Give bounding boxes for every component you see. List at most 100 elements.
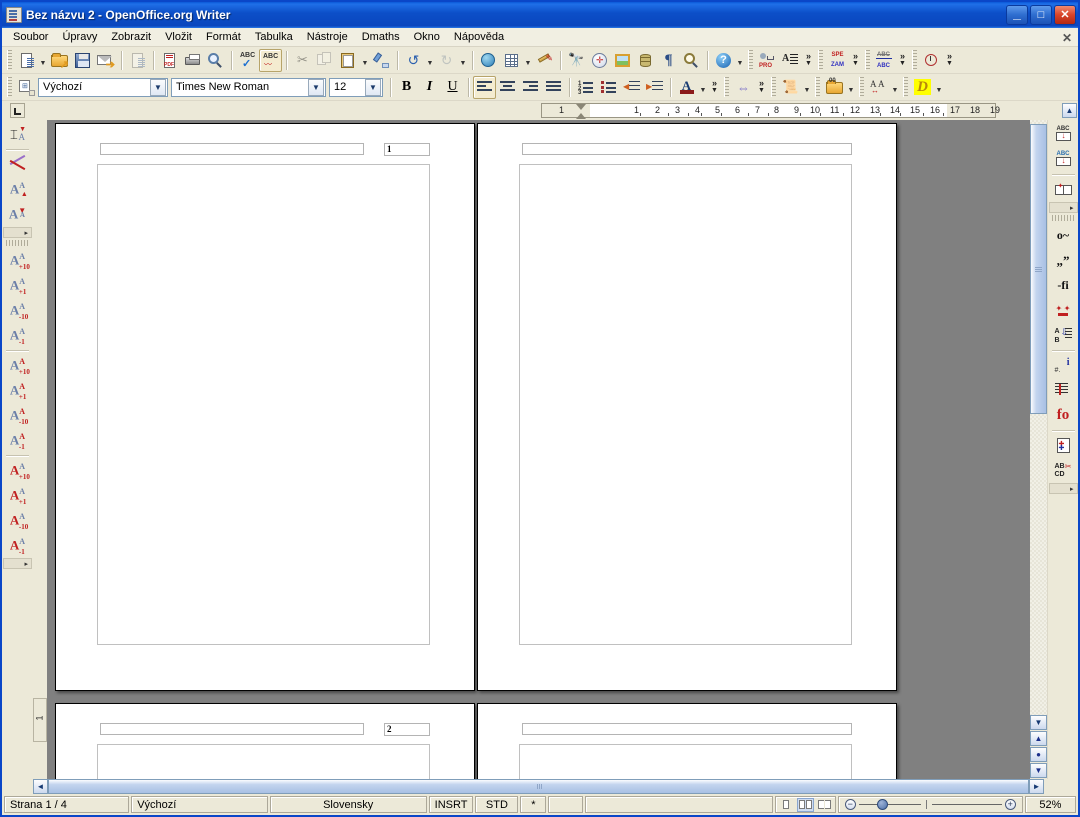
dmaths-d-toolbar-grip[interactable] [903, 77, 908, 97]
fo-icon[interactable]: fo [1051, 403, 1076, 428]
book-view-button[interactable] [816, 798, 833, 812]
table-dropdown-icon[interactable]: ▼ [523, 49, 533, 72]
paragraph-style-combo[interactable]: Výchozí ▼ [38, 77, 168, 97]
page-1-body-frame[interactable] [97, 164, 430, 645]
horizontal-ruler[interactable]: 1 1 2 3 4 5 6 7 8 9 10 11 12 13 14 15 16… [33, 101, 1061, 120]
database-icon[interactable] [634, 49, 657, 72]
menu-zobrazit[interactable]: Zobrazit [104, 29, 158, 45]
aa-red-plus-10-icon[interactable]: AA +10 [5, 458, 30, 483]
font-size-combo[interactable]: 12 ▼ [329, 77, 383, 97]
edit-pencil-icon[interactable] [126, 49, 149, 72]
copy-icon[interactable] [314, 49, 337, 72]
dmaths-d-dropdown-icon[interactable]: ▼ [934, 76, 944, 99]
decrease-indent-icon[interactable]: ◀ [620, 76, 643, 99]
a-lines-icon[interactable]: A [779, 49, 802, 72]
zoom-in-button[interactable]: + [1004, 799, 1016, 810]
quotes-icon[interactable]: „” [1051, 248, 1076, 273]
o-tilde-icon[interactable]: o~ [1051, 223, 1076, 248]
scroll-up-button[interactable]: ▲ [1062, 103, 1077, 118]
scroll-right-button[interactable]: ► [1029, 779, 1044, 794]
indent-marker[interactable] [576, 104, 587, 119]
align-justify-button[interactable] [542, 76, 565, 99]
printer-icon[interactable] [181, 49, 204, 72]
font-name-combo[interactable]: Times New Roman ▼ [171, 77, 326, 97]
spe-overflow-icon[interactable]: » ▼ [849, 49, 862, 72]
clock-toolbar-grip[interactable] [912, 50, 917, 70]
right-toolbar-grip[interactable] [1051, 215, 1075, 221]
letter-d-icon[interactable]: D [911, 76, 934, 99]
left-toolbar-grip-1[interactable] [6, 240, 29, 246]
vertical-ruler[interactable] [33, 120, 47, 779]
abcd-icon[interactable]: AB CD ✂ [1051, 458, 1076, 483]
open-book-icon[interactable]: ✦ [1051, 177, 1076, 202]
align-right-button[interactable] [519, 76, 542, 99]
status-digital-signature[interactable] [548, 796, 583, 813]
number-info-icon[interactable]: #. i [1051, 353, 1076, 378]
spe-zam-icon[interactable]: SPE ZAM [826, 49, 849, 72]
status-section-info[interactable] [584, 796, 773, 813]
menu-okno[interactable]: Okno [407, 29, 447, 45]
paragraph-marks-icon[interactable] [1051, 378, 1076, 403]
vertical-scroll-thumb[interactable] [1030, 124, 1047, 414]
page-2-body-frame[interactable] [519, 164, 852, 645]
page-3-body-frame[interactable] [97, 744, 430, 779]
pencil-draw-icon[interactable]: ✎ [533, 49, 556, 72]
aa-minus-10-icon[interactable]: AA -10 [5, 298, 30, 323]
abc-overflow-icon[interactable]: » ▼ [896, 49, 909, 72]
status-page-style[interactable]: Výchozí [131, 796, 268, 813]
redo-arrow-icon[interactable]: ↻ [435, 49, 458, 72]
magnifier-page-icon[interactable] [204, 49, 227, 72]
floppy-save-icon[interactable] [71, 49, 94, 72]
vertical-scrollbar[interactable]: ▼ ▲ ● ▼ [1030, 120, 1047, 779]
zoom-out-button[interactable]: − [844, 799, 856, 810]
right-toolbar-more-2[interactable]: ▸ [1048, 483, 1078, 494]
menu-tabulka[interactable]: Tabulka [248, 29, 300, 45]
document-canvas[interactable]: 1 1 2 [33, 120, 1030, 779]
aa-plus-1-icon[interactable]: AA +1 [5, 273, 30, 298]
pdf-icon[interactable]: PDF [158, 49, 181, 72]
scroll-icon[interactable]: 📜 [779, 76, 802, 99]
formula-bracket-icon[interactable]: ⌶ ▼ A [5, 122, 30, 147]
standard-toolbar-dropdown-icon[interactable]: ▼ [735, 49, 745, 72]
page-4-header-frame[interactable] [522, 723, 852, 735]
zoom-knob[interactable] [876, 799, 888, 810]
horizontal-scroll-track[interactable] [48, 779, 1029, 794]
status-zoom-level[interactable]: 52% [1024, 796, 1077, 813]
close-document-icon[interactable]: ✕ [1062, 31, 1072, 45]
spe-toolbar-grip[interactable] [818, 50, 823, 70]
paintbrush-icon[interactable] [370, 49, 393, 72]
font-color-button[interactable]: A [675, 76, 698, 99]
numbered-list-icon[interactable]: 1 2 3 [574, 76, 597, 99]
right-toolbar-more-1[interactable]: ▸ [1048, 202, 1078, 213]
status-modified-indicator[interactable]: * [520, 796, 547, 813]
zoom-track-left[interactable] [858, 799, 921, 810]
align-center-button[interactable] [496, 76, 519, 99]
maximize-button[interactable]: □ [1030, 5, 1052, 25]
chevron-down-icon[interactable]: ▼ [365, 78, 381, 96]
clock-icon[interactable] [920, 49, 943, 72]
folder-dropdown-icon[interactable]: ▼ [846, 76, 856, 99]
folder-toolbar-grip[interactable] [815, 77, 820, 97]
page-1-header-number[interactable]: 1 [384, 143, 430, 156]
menu-napoveda[interactable]: Nápověda [447, 29, 511, 45]
undo-dropdown-icon[interactable]: ▼ [425, 49, 435, 72]
open-folder-icon[interactable]: ↗ [48, 49, 71, 72]
increase-indent-icon[interactable]: ▶ [643, 76, 666, 99]
aa-plus-10-icon[interactable]: AA +10 [5, 248, 30, 273]
aa-line-minus-1-icon[interactable]: AA -1 [5, 428, 30, 453]
crossed-pen-icon[interactable] [5, 152, 30, 177]
toolbar-grip[interactable] [7, 50, 12, 70]
align-left-button[interactable] [473, 75, 496, 99]
page-3-header-number[interactable]: 2 [384, 723, 430, 736]
paste-dropdown-icon[interactable]: ▼ [360, 49, 370, 72]
pilcrow-icon[interactable]: ¶ [657, 49, 680, 72]
paragraph-style-icon[interactable]: ⊞ [15, 76, 38, 99]
double-arrow-icon[interactable]: ⇔ [732, 76, 755, 99]
menu-upravy[interactable]: Úpravy [55, 29, 104, 45]
aa-minus-1-icon[interactable]: AA -1 [5, 323, 30, 348]
page-3-header-frame[interactable] [100, 723, 364, 735]
nav-select-button[interactable]: ● [1030, 747, 1047, 762]
redo-dropdown-icon[interactable]: ▼ [458, 49, 468, 72]
table-grid-icon[interactable] [500, 49, 523, 72]
page-4[interactable] [477, 703, 897, 779]
